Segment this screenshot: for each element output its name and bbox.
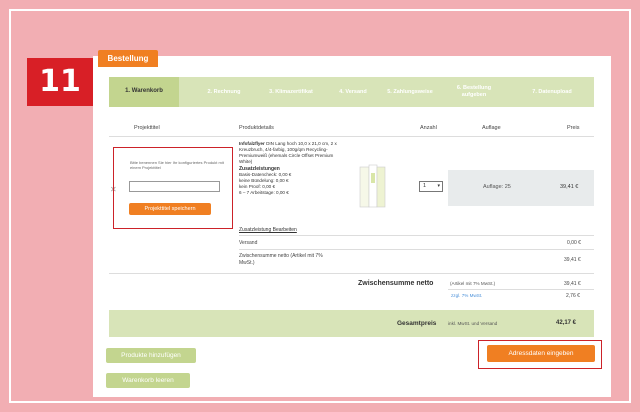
col-header-product-details: Produktdetails [239,125,274,131]
net-subtotal-label: Zwischensumme netto (Artikel mit 7% MwSt… [239,253,323,266]
step-payment[interactable]: 5. Zahlungsweise [379,77,441,107]
header-divider [109,136,594,137]
total-label: Gesamtpreis [397,320,437,327]
step-number-badge: 11 [27,58,93,106]
step-climate-certificate[interactable]: 3. Klimazertifikat [257,77,325,107]
subtotal-note: (Artikel mit 7% MwSt.) [450,281,496,286]
quantity-select[interactable]: 1 ▾ [419,181,443,192]
chevron-down-icon: ▾ [437,183,440,189]
clear-cart-button[interactable]: Warenkorb leeren [106,373,190,388]
total-value: 42,17 € [556,320,577,326]
subtotal-label: Zwischensumme netto [358,280,434,287]
step-shipping[interactable]: 4. Versand [331,77,375,107]
add-products-button[interactable]: Produkte hinzufügen [106,348,196,363]
project-title-hint: Bitte benennen Sie hier Ihr konfiguriert… [130,160,224,171]
vat-value: 2,76 € [566,293,580,299]
col-header-price: Preis [567,125,580,131]
divider [239,249,594,250]
divider [448,289,594,290]
total-note: inkl. MwSt. und Versand [448,321,498,326]
quantity-value: 1 [423,183,427,189]
run-value: Auflage: 25 [483,184,511,190]
extra-item: 6 – 7 Arbeitstage: 0,00 € [239,190,289,196]
vat-note: zzgl. 7% MwSt. [451,293,483,298]
step-cart[interactable]: 1. Warenkorb [109,77,179,107]
col-header-project-title: Projekttitel [134,125,160,131]
enter-address-button[interactable]: Adressdaten eingeben [487,345,595,362]
total-bar [109,310,594,337]
col-header-quantity: Anzahl [420,125,437,131]
line-price: 39,41 € [560,184,579,190]
flyer-thumbnail [359,164,386,208]
save-project-title-button[interactable]: Projekttitel speichern [129,203,211,215]
divider [109,273,594,274]
col-header-run: Auflage [482,125,501,131]
product-name: Infofalzflyer [239,141,265,146]
net-subtotal-value: 39,41 € [564,257,581,263]
subtotal-value: 39,41 € [564,281,581,287]
step-place-order[interactable]: 6. Bestellung aufgeben [447,77,501,107]
order-tab[interactable]: Bestellung [98,50,158,67]
shipping-value: 0,00 € [567,240,581,246]
step-invoice[interactable]: 2. Rechnung [197,77,251,107]
edit-extras-link[interactable]: Zusatzleistung Bearbeiten [239,227,297,233]
product-details: Infofalzflyer DIN Lang hoch 10,0 x 21,0 … [239,141,346,196]
divider [239,235,594,236]
shipping-label: Versand [239,240,258,246]
step-data-upload[interactable]: 7. Datenupload [517,77,587,107]
checkout-steps: 1. Warenkorb 2. Rechnung 3. Klimazertifi… [109,77,594,107]
project-title-input[interactable] [129,181,220,192]
